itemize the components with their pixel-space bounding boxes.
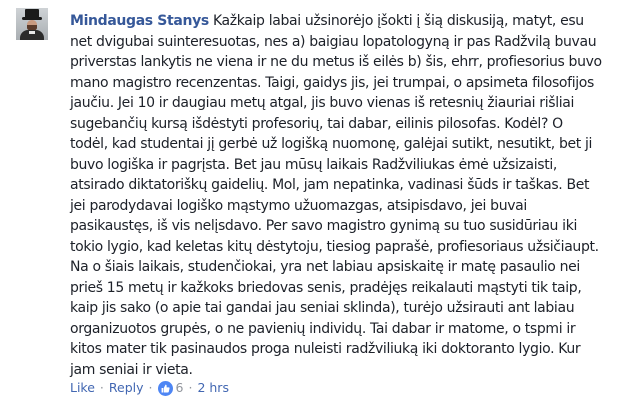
like-link[interactable]: Like bbox=[70, 379, 95, 397]
reply-link[interactable]: Reply bbox=[109, 379, 144, 397]
comment-text: Kažkaip labai užsinorėjo įšokti į šią di… bbox=[70, 13, 602, 378]
separator: · bbox=[148, 380, 153, 395]
reaction-summary[interactable]: 6 bbox=[157, 379, 184, 397]
like-thumb-glyph bbox=[161, 384, 170, 392]
separator: · bbox=[99, 380, 104, 395]
timestamp-link[interactable]: 2 hrs bbox=[197, 379, 229, 397]
comment: Mindaugas Stanys Kažkaip labai užsinorėj… bbox=[0, 0, 640, 407]
avatar[interactable] bbox=[16, 8, 48, 40]
comment-body: Mindaugas Stanys Kažkaip labai užsinorėj… bbox=[70, 11, 636, 380]
separator: · bbox=[188, 380, 193, 395]
reaction-count: 6 bbox=[175, 380, 184, 395]
like-thumb-icon bbox=[157, 380, 173, 396]
comment-author[interactable]: Mindaugas Stanys bbox=[70, 13, 209, 29]
comment-actions: Like · Reply · 6 · 2 hrs bbox=[70, 379, 229, 397]
bowtie-shape bbox=[29, 31, 35, 34]
